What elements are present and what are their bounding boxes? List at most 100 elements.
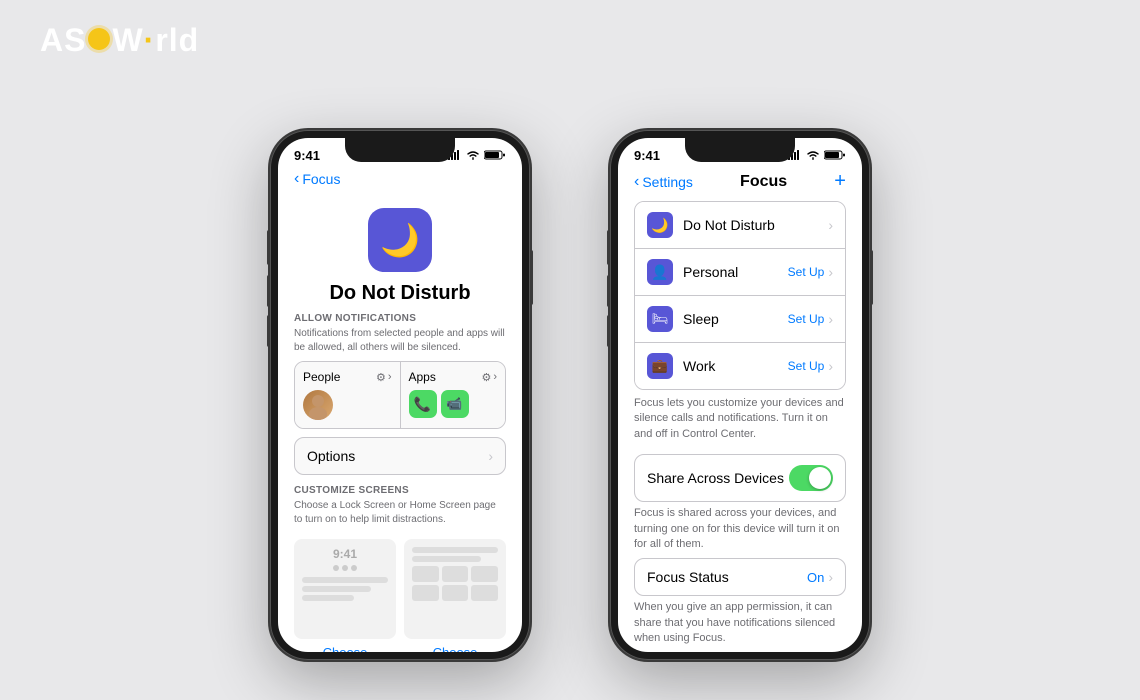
thumb-grid — [412, 566, 498, 601]
bar-3 — [302, 595, 354, 601]
dnd-icon: 🌙 — [368, 208, 432, 272]
dot-3 — [351, 565, 357, 571]
people-label: People — [303, 370, 340, 384]
facetime-icon-glyph: 📹 — [446, 396, 462, 412]
focus-list: 🌙 Do Not Disturb › 👤 Personal Set Up › — [634, 201, 846, 390]
thumb-bars-2 — [412, 547, 498, 562]
battery-icon-2 — [824, 150, 846, 160]
screen-preview: 9:41 — [294, 539, 506, 639]
choose-btn-2[interactable]: Choose — [404, 645, 506, 652]
dnd-item-name: Do Not Disturb — [683, 217, 828, 233]
allow-notif-grid: People ⚙ › Apps — [294, 361, 506, 429]
status-icons-1 — [448, 150, 506, 160]
status-icons-2 — [788, 150, 846, 160]
logo-text-world: W — [112, 22, 143, 59]
grid-2 — [442, 566, 469, 582]
allow-notifications-desc: Notifications from selected people and a… — [278, 327, 522, 361]
focus-status-row[interactable]: Focus Status On › — [634, 558, 846, 596]
apps-col: Apps ⚙ › 📞 📹 — [401, 362, 506, 428]
battery-icon-1 — [484, 150, 506, 160]
apps-label: Apps — [409, 370, 436, 384]
grid-5 — [442, 585, 469, 601]
dnd-title: Do Not Disturb — [278, 282, 522, 305]
iphone-1-screen: 9:41 — [278, 138, 522, 652]
gear-icon: ⚙ — [376, 371, 386, 384]
people-col-header: People ⚙ › — [303, 370, 392, 384]
nav-title-2: Focus — [740, 173, 787, 191]
people-col: People ⚙ › — [295, 362, 401, 428]
back-button-1[interactable]: ‹ Focus — [294, 170, 340, 188]
person-icon: 👤 — [651, 264, 668, 281]
work-chevron: › — [828, 358, 833, 374]
vol-down-button-2 — [607, 315, 610, 347]
options-label: Options — [307, 448, 355, 464]
personal-setup: Set Up — [788, 265, 825, 279]
sleep-setup: Set Up — [788, 312, 825, 326]
logo-text-dot: · — [144, 22, 156, 59]
bar-4 — [412, 547, 498, 553]
focus-item-work[interactable]: 💼 Work Set Up › — [635, 343, 845, 389]
thumb-time-1: 9:41 — [333, 547, 357, 561]
bar-2 — [302, 586, 371, 592]
focus-status-desc: When you give an app permission, it can … — [618, 596, 862, 650]
add-focus-button[interactable]: + — [834, 170, 846, 193]
choose-btn-1[interactable]: Choose — [294, 645, 396, 652]
vol-up-button-2 — [607, 275, 610, 307]
dot-2 — [342, 565, 348, 571]
iphone-2-screen: 9:41 — [618, 138, 862, 652]
logo-text-as: AS — [40, 22, 86, 59]
app-icons-row: 📞 📹 — [409, 390, 498, 418]
wifi-icon-2 — [806, 150, 820, 160]
apps-col-header: Apps ⚙ › — [409, 370, 498, 384]
focus-item-personal[interactable]: 👤 Personal Set Up › — [635, 249, 845, 296]
focus-item-sleep[interactable]: 🛏 Sleep Set Up › — [635, 296, 845, 343]
personal-item-name: Personal — [683, 264, 788, 280]
share-across-devices-toggle[interactable] — [789, 465, 833, 491]
lock-screen-thumb: 9:41 — [294, 539, 396, 639]
iphone-1: 9:41 — [270, 130, 530, 660]
phones-container: 9:41 — [0, 90, 1140, 700]
dnd-icon-wrap: 🌙 — [278, 208, 522, 272]
focus-status-chevron: › — [828, 569, 833, 585]
sleep-chevron: › — [828, 311, 833, 327]
back-chevron-icon-2: ‹ — [634, 173, 639, 191]
grid-1 — [412, 566, 439, 582]
phone2-nav: ‹ Settings Focus + — [618, 166, 862, 197]
focus-status-on: On — [807, 570, 824, 585]
options-row[interactable]: Options › — [294, 437, 506, 475]
work-item-name: Work — [683, 358, 788, 374]
vol-down-button — [267, 315, 270, 347]
facetime-app-icon: 📹 — [441, 390, 469, 418]
status-time-1: 9:41 — [294, 148, 320, 163]
share-across-devices-row[interactable]: Share Across Devices — [634, 454, 846, 502]
sleep-list-icon: 🛏 — [647, 306, 673, 332]
choose-row: Choose Choose — [294, 645, 506, 652]
wifi-icon-1 — [466, 150, 480, 160]
notch-1 — [345, 138, 455, 162]
gear-icon-apps: ⚙ — [481, 371, 491, 384]
back-chevron-icon-1: ‹ — [294, 170, 299, 188]
notch-2 — [685, 138, 795, 162]
focus-item-dnd[interactable]: 🌙 Do Not Disturb › — [635, 202, 845, 249]
home-screen-thumb — [404, 539, 506, 639]
vol-up-button — [267, 275, 270, 307]
people-icons[interactable]: ⚙ › — [376, 371, 392, 384]
bar-5 — [412, 556, 481, 562]
share-across-devices-desc: Focus is shared across your devices, and… — [618, 502, 862, 558]
thumb-dots — [333, 565, 357, 571]
apps-icons[interactable]: ⚙ › — [481, 371, 497, 384]
customize-screens-header: CUSTOMIZE SCREENS — [278, 475, 522, 499]
bar-1 — [302, 577, 388, 583]
focus-info-text: Focus lets you customize your devices an… — [618, 390, 862, 448]
focus-status-label: Focus Status — [647, 569, 729, 585]
back-button-2[interactable]: ‹ Settings — [634, 173, 693, 191]
personal-list-icon: 👤 — [647, 259, 673, 285]
work-list-icon: 💼 — [647, 353, 673, 379]
phone-app-icon: 📞 — [409, 390, 437, 418]
grid-4 — [412, 585, 439, 601]
logo-sun-icon — [88, 28, 110, 50]
logo: AS W · rld — [40, 22, 199, 59]
grid-6 — [471, 585, 498, 601]
logo-text-rld: rld — [155, 22, 199, 59]
share-across-devices-label: Share Across Devices — [647, 470, 784, 486]
